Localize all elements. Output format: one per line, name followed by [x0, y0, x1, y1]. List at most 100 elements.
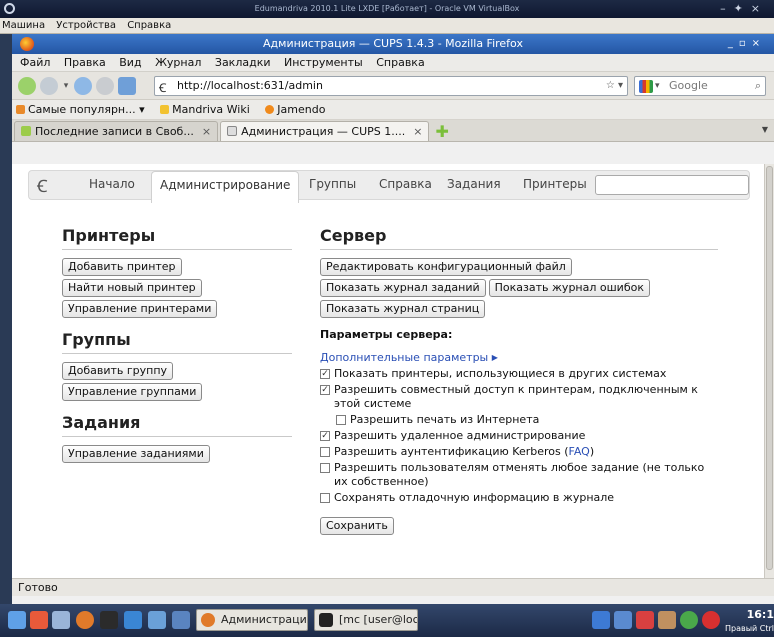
menu-tools[interactable]: Инструменты: [284, 56, 363, 69]
menu-bookmarks[interactable]: Закладки: [215, 56, 271, 69]
faq-link[interactable]: FAQ: [569, 445, 590, 458]
stop-button-icon[interactable]: [96, 76, 114, 95]
scrollbar-thumb[interactable]: [766, 166, 773, 570]
server-column: Сервер Редактировать конфигурационный фа…: [320, 226, 718, 535]
bookmark-most-visited[interactable]: Самые популярн... ▾: [16, 103, 145, 116]
view-page-log-button[interactable]: Показать журнал страниц: [320, 300, 486, 318]
view-error-log-button[interactable]: Показать журнал ошибок: [488, 279, 650, 297]
status-bar: Готово: [12, 578, 774, 596]
edit-config-button[interactable]: Редактировать конфигурационный файл: [320, 258, 572, 276]
option-share-printers[interactable]: ✓ Разрешить совместный доступ к принтерам…: [320, 383, 718, 411]
nav-jobs[interactable]: Задания: [447, 177, 501, 191]
search-engine-name: Google: [669, 79, 708, 92]
tab-bar: Последние записи в Своб... × Администраци…: [12, 120, 774, 142]
alert-icon[interactable]: [702, 611, 720, 629]
desktop-icon[interactable]: [124, 611, 142, 629]
manage-groups-button[interactable]: Управление группами: [62, 383, 203, 401]
history-dropdown-icon[interactable]: ▾: [62, 77, 70, 95]
nav-home[interactable]: Начало: [89, 177, 135, 191]
bookmark-jamendo[interactable]: Jamendo: [265, 103, 325, 116]
network-icon[interactable]: [592, 611, 610, 629]
vbox-window-icon[interactable]: [4, 3, 15, 14]
taskbar-item-firefox[interactable]: Администраци...: [196, 609, 308, 631]
vbox-menu-devices[interactable]: Устройства: [56, 20, 116, 31]
workspace-icon[interactable]: [148, 611, 166, 629]
add-printer-button[interactable]: Добавить принтер: [62, 258, 182, 276]
groups-heading: Группы: [62, 330, 292, 354]
checkbox-checked[interactable]: ✓: [320, 431, 330, 441]
option-kerberos[interactable]: Разрешить аунтентификацию Kerberos (FAQ): [320, 445, 718, 459]
nav-administration[interactable]: Администрирование: [151, 171, 300, 203]
url-bar[interactable]: Ꞓ http://localhost:631/admin ☆ ▾: [154, 76, 628, 96]
quicklaunch-icon[interactable]: [30, 611, 48, 629]
vertical-scrollbar[interactable]: [764, 164, 774, 578]
update-icon[interactable]: [636, 611, 654, 629]
cups-logo-icon[interactable]: Ꞓ: [37, 174, 47, 197]
taskbar-item-terminal[interactable]: [mc [user@loc...: [314, 609, 418, 631]
option-user-cancel-any[interactable]: Разрешить пользователям отменять любое з…: [320, 461, 718, 489]
option-debug-logging[interactable]: Сохранять отладочную информацию в журнал…: [320, 491, 718, 505]
checkbox-unchecked[interactable]: [320, 493, 330, 503]
nav-groups[interactable]: Группы: [309, 177, 356, 191]
manage-jobs-button[interactable]: Управление заданиями: [62, 445, 210, 463]
tab-recent-posts[interactable]: Последние записи в Своб... ×: [14, 121, 219, 141]
new-tab-icon[interactable]: ✚: [435, 122, 448, 141]
add-group-button[interactable]: Добавить группу: [62, 362, 174, 380]
advanced-settings-link[interactable]: Дополнительные параметры ▶: [320, 351, 718, 364]
reload-button-icon[interactable]: [74, 76, 92, 95]
firefox-launcher-icon[interactable]: [76, 611, 94, 629]
nav-printers[interactable]: Принтеры: [523, 177, 587, 191]
clipboard-icon[interactable]: [658, 611, 676, 629]
search-bar[interactable]: ▾ Google ⌕: [634, 76, 766, 96]
vbox-menu-machine[interactable]: Машина: [2, 20, 45, 31]
search-engine-dropdown-icon[interactable]: ▾: [655, 77, 660, 95]
file-manager-icon[interactable]: [52, 611, 70, 629]
option-internet-printing[interactable]: Разрешить печать из Интернета: [336, 413, 718, 427]
bookmark-mandriva-wiki[interactable]: Mandriva Wiki: [160, 103, 250, 116]
home-button-icon[interactable]: [118, 76, 136, 95]
close-tab-icon[interactable]: ×: [202, 125, 211, 138]
close-tab-icon[interactable]: ×: [413, 125, 422, 138]
page-content: Ꞓ Начало Администрирование Группы Справк…: [12, 164, 764, 578]
jobs-heading: Задания: [62, 413, 292, 437]
volume-icon[interactable]: [614, 611, 632, 629]
checkbox-checked[interactable]: ✓: [320, 369, 330, 379]
menu-help[interactable]: Справка: [376, 56, 424, 69]
google-icon[interactable]: [639, 80, 653, 93]
checkbox-checked[interactable]: ✓: [320, 385, 330, 395]
option-remote-admin[interactable]: ✓ Разрешить удаленное администрирование: [320, 429, 718, 443]
list-all-tabs-icon[interactable]: ▼: [762, 125, 768, 134]
url-dropdown-icon[interactable]: ☆ ▾: [606, 77, 623, 95]
menu-edit[interactable]: Правка: [64, 56, 106, 69]
tab-cups-admin[interactable]: Администрация — CUPS 1.... ×: [220, 121, 430, 141]
terminal-icon[interactable]: [100, 611, 118, 629]
manage-printers-button[interactable]: Управление принтерами: [62, 300, 218, 318]
firefox-logo-icon: [20, 37, 34, 51]
window-controls[interactable]: _▫×: [728, 34, 766, 54]
view-access-log-button[interactable]: Показать журнал заданий: [320, 279, 486, 297]
forward-button-icon[interactable]: [40, 76, 58, 95]
find-printer-button[interactable]: Найти новый принтер: [62, 279, 202, 297]
left-column: Принтеры Добавить принтер Найти новый пр…: [62, 226, 292, 466]
menu-view[interactable]: Вид: [119, 56, 141, 69]
menu-file[interactable]: Файл: [20, 56, 50, 69]
cups-search-input[interactable]: [595, 175, 749, 195]
info-icon[interactable]: [680, 611, 698, 629]
checkbox-unchecked[interactable]: [336, 415, 346, 425]
vbox-menu-help[interactable]: Справка: [127, 20, 171, 31]
firefox-menubar: Файл Правка Вид Журнал Закладки Инструме…: [12, 54, 774, 72]
search-icon[interactable]: ⌕: [755, 77, 761, 95]
vbox-window-controls[interactable]: –✦×: [720, 0, 768, 18]
back-button-icon[interactable]: [18, 76, 36, 95]
menu-history[interactable]: Журнал: [155, 56, 201, 69]
workspace-icon[interactable]: [172, 611, 190, 629]
nav-help[interactable]: Справка: [379, 177, 432, 191]
jamendo-icon: [265, 105, 275, 114]
tab-favicon: [21, 126, 31, 136]
option-share-remote[interactable]: ✓ Показать принтеры, использующиеся в дру…: [320, 367, 718, 381]
checkbox-unchecked[interactable]: [320, 447, 330, 457]
save-button[interactable]: Сохранить: [320, 517, 394, 535]
firefox-title: Администрация — CUPS 1.4.3 - Mozilla Fir…: [263, 37, 523, 50]
start-menu-icon[interactable]: [8, 611, 26, 629]
checkbox-unchecked[interactable]: [320, 463, 330, 473]
